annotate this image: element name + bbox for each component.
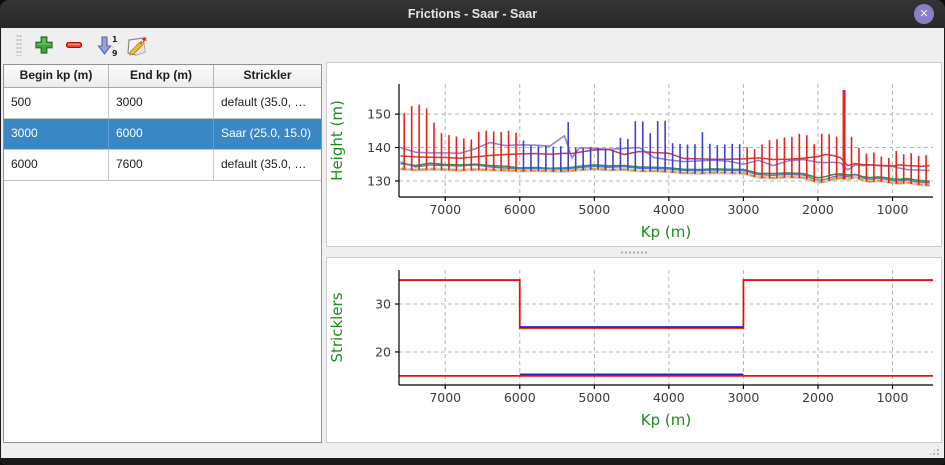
status-bar	[1, 443, 944, 458]
edit-row-button[interactable]	[123, 32, 149, 58]
sort-numeric-icon: 1 ⋮ 9	[95, 34, 117, 58]
column-header-1[interactable]: End kp (m)	[109, 65, 214, 87]
y-axis-label: Stricklers	[328, 292, 346, 362]
x-tick-label: 7000	[429, 390, 461, 405]
edit-icon	[125, 34, 147, 58]
toolbar-drag-handle[interactable]	[16, 34, 22, 56]
stricklers-chart-panel: 7000 6000 5000 4000 3000 2000 1000 20 30 Kp (m) St…	[326, 257, 942, 443]
table-cell[interactable]: default (35.0, …	[214, 88, 321, 118]
add-row-button[interactable]	[31, 32, 57, 58]
window-resize-grip[interactable]	[928, 444, 941, 456]
height-profile-chart-panel: 7000 6000 5000 4000 3000 2000 1000 130 140 150 Kp …	[326, 62, 942, 247]
plus-icon	[33, 34, 55, 56]
x-tick-label: 6000	[504, 202, 536, 217]
sort-digit-9: 9	[112, 49, 118, 58]
table-cell[interactable]: 3000	[4, 119, 109, 149]
sort-rows-button[interactable]: 1 ⋮ 9	[93, 32, 119, 58]
x-tick-label: 5000	[578, 390, 610, 405]
table-cell[interactable]: Saar (25.0, 15.0)	[214, 119, 321, 149]
y-tick-label: 130	[367, 173, 391, 188]
frictions-table: Begin kp (m)End kp (m)Strickler 5003000d…	[3, 64, 322, 443]
window-title: Frictions - Saar - Saar	[0, 0, 945, 28]
table-body: 5003000default (35.0, …30006000Saar (25.…	[4, 88, 321, 181]
title-bar[interactable]: Frictions - Saar - Saar ✕	[0, 0, 945, 29]
close-button[interactable]: ✕	[914, 4, 934, 24]
x-axis-label: Kp (m)	[641, 223, 691, 241]
table-row[interactable]: 60007600default (35.0, …	[4, 150, 321, 181]
table-cell[interactable]: default (35.0, …	[214, 150, 321, 180]
toolbar: 1 ⋮ 9	[1, 28, 944, 62]
remove-row-button[interactable]	[61, 32, 87, 58]
table-cell[interactable]: 500	[4, 88, 109, 118]
x-tick-label: 4000	[653, 390, 685, 405]
column-header-2[interactable]: Strickler	[214, 65, 321, 87]
x-tick-label: 4000	[653, 202, 685, 217]
height-profile-chart: 7000 6000 5000 4000 3000 2000 1000 130 140 150 Kp …	[327, 63, 941, 246]
x-tick-label: 2000	[802, 390, 834, 405]
stricklers-chart: 7000 6000 5000 4000 3000 2000 1000 20 30 Kp (m) St…	[327, 258, 941, 442]
app-window: Frictions - Saar - Saar ✕	[0, 0, 945, 465]
y-axis-label: Height (m)	[328, 100, 346, 181]
window-content: 1 ⋮ 9 Begin	[1, 28, 944, 458]
table-header-row: Begin kp (m)End kp (m)Strickler	[4, 65, 321, 88]
table-cell[interactable]: 6000	[4, 150, 109, 180]
x-tick-label: 6000	[504, 390, 536, 405]
minus-icon	[63, 34, 85, 56]
y-tick-label: 150	[367, 107, 391, 122]
table-row[interactable]: 5003000default (35.0, …	[4, 88, 321, 119]
x-tick-label: 3000	[728, 390, 760, 405]
table-cell[interactable]: 7600	[109, 150, 214, 180]
x-axis-label: Kp (m)	[641, 411, 691, 429]
table-cell[interactable]: 3000	[109, 88, 214, 118]
table-row[interactable]: 30006000Saar (25.0, 15.0)	[4, 119, 321, 150]
x-tick-label: 1000	[877, 390, 909, 405]
x-tick-label: 3000	[728, 202, 760, 217]
column-header-0[interactable]: Begin kp (m)	[4, 65, 109, 87]
x-tick-label: 2000	[802, 202, 834, 217]
y-tick-label: 20	[375, 344, 391, 359]
x-tick-label: 7000	[429, 202, 461, 217]
sort-digit-1: 1	[112, 35, 118, 44]
chart-splitter-handle[interactable]	[619, 250, 649, 255]
x-tick-label: 5000	[578, 202, 610, 217]
y-tick-label: 30	[375, 297, 391, 312]
y-tick-label: 140	[367, 140, 391, 155]
table-cell[interactable]: 6000	[109, 119, 214, 149]
x-tick-label: 1000	[877, 202, 909, 217]
